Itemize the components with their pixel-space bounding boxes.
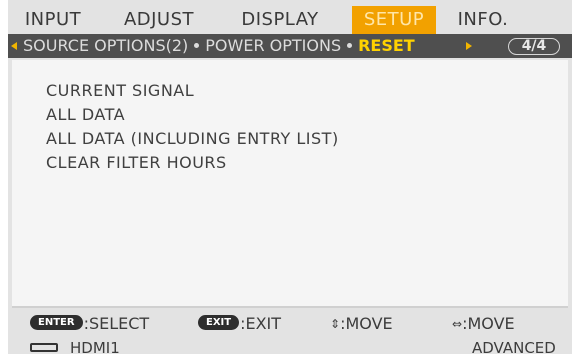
tab-input[interactable]: INPUT <box>18 6 88 34</box>
tab-display[interactable]: DISPLAY <box>225 6 335 34</box>
submenu-item-source-options-2[interactable]: SOURCE OPTIONS(2) <box>23 36 188 55</box>
submenu-item-reset[interactable]: RESET <box>358 36 415 55</box>
projector-osd-menu: INPUT ADJUST DISPLAY SETUP INFO. SOURCE … <box>8 0 572 354</box>
help-move-horizontal: ⇔:MOVE <box>452 311 515 338</box>
help-exit: EXIT:EXIT <box>198 311 281 337</box>
help-select-label: :SELECT <box>83 314 150 333</box>
help-move-vertical: ⇕:MOVE <box>330 311 393 338</box>
help-move-horizontal-label: :MOVE <box>462 314 515 333</box>
reset-options-panel: CURRENT SIGNAL ALL DATA ALL DATA (INCLUD… <box>12 60 568 308</box>
exit-key-icon: EXIT <box>198 315 240 330</box>
input-source-label: HDMI1 <box>70 339 120 354</box>
help-move-vertical-label: :MOVE <box>340 314 393 333</box>
help-select: ENTER:SELECT <box>30 311 149 337</box>
scroll-right-arrow-icon[interactable] <box>466 42 472 50</box>
menu-item-all-data-including-entry-list[interactable]: ALL DATA (INCLUDING ENTRY LIST) <box>46 129 339 148</box>
tab-info[interactable]: INFO. <box>448 6 518 34</box>
help-bar: ENTER:SELECT EXIT:EXIT ⇕:MOVE ⇔:MOVE <box>8 311 572 337</box>
separator-dot-icon <box>347 43 353 48</box>
menu-mode-label: ADVANCED <box>472 339 556 354</box>
menu-item-current-signal[interactable]: CURRENT SIGNAL <box>46 81 194 100</box>
left-right-arrow-icon: ⇔ <box>452 317 463 331</box>
menu-item-all-data[interactable]: ALL DATA <box>46 105 125 124</box>
page-indicator: 4/4 <box>508 38 560 55</box>
separator-dot-icon <box>194 43 200 48</box>
tab-setup[interactable]: SETUP <box>352 6 436 34</box>
submenu-bar: SOURCE OPTIONS(2) POWER OPTIONS RESET 4/4 <box>8 34 572 58</box>
status-bar: HDMI1 ADVANCED <box>8 337 572 354</box>
up-down-arrow-icon: ⇕ <box>330 317 341 331</box>
hdmi-connector-icon <box>30 343 58 352</box>
scroll-left-arrow-icon[interactable] <box>11 42 17 50</box>
enter-key-icon: ENTER <box>30 315 83 330</box>
menu-item-clear-filter-hours[interactable]: CLEAR FILTER HOURS <box>46 153 227 172</box>
help-exit-label: :EXIT <box>240 314 282 333</box>
tab-bar: INPUT ADJUST DISPLAY SETUP INFO. <box>8 0 572 34</box>
submenu-item-power-options[interactable]: POWER OPTIONS <box>205 36 341 55</box>
tab-adjust[interactable]: ADJUST <box>113 6 205 34</box>
